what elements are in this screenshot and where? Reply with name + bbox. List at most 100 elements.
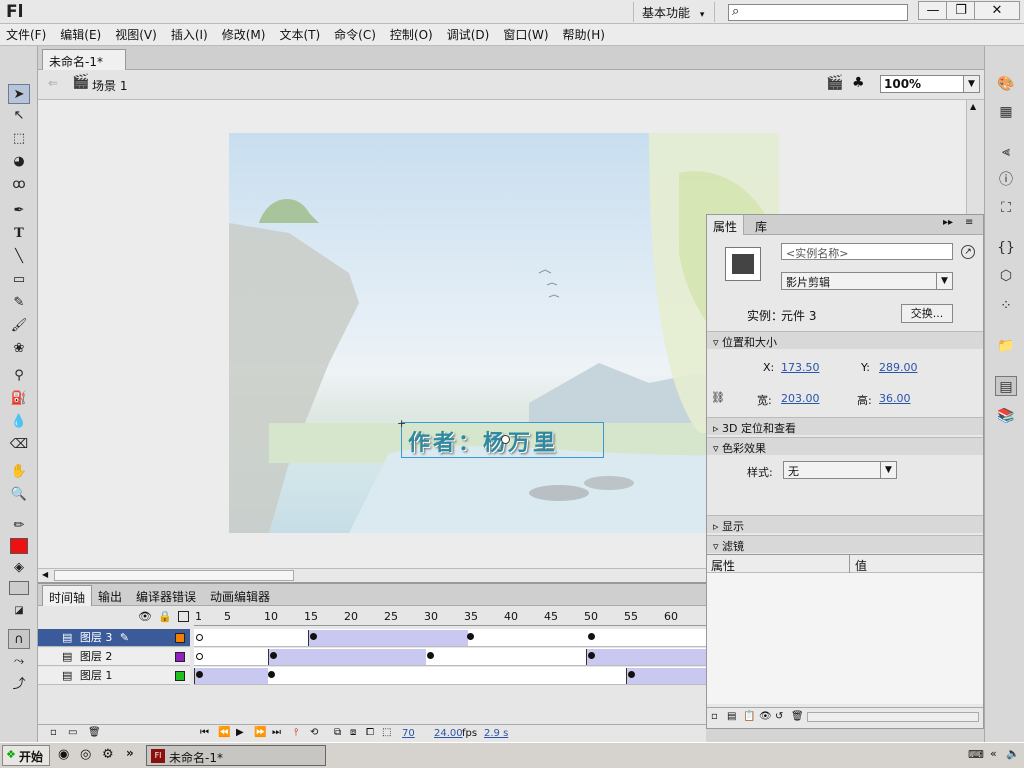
add-filter-icon[interactable]: ▫ xyxy=(711,711,718,722)
swatches-panel-icon[interactable]: ▦ xyxy=(995,102,1017,122)
edit-multiple-icon[interactable]: ⧠ xyxy=(366,727,374,738)
line-tool-icon[interactable]: ╲ xyxy=(8,247,30,267)
section-display[interactable]: ▹ 显示 xyxy=(707,515,983,533)
document-tab[interactable]: 未命名-1* ✕ xyxy=(42,49,126,84)
pen-tool-icon[interactable]: ✒ xyxy=(8,201,30,221)
tab-output[interactable]: 输出 xyxy=(92,585,128,606)
layer-color-swatch[interactable] xyxy=(175,652,185,662)
chevron-down-icon[interactable]: ▼ xyxy=(936,273,952,289)
symbol-type-select[interactable]: 影片剪辑 ▼ xyxy=(781,272,953,290)
keyframe[interactable] xyxy=(467,633,474,640)
close-button[interactable]: ✕ xyxy=(974,1,1020,20)
menu-window[interactable]: 窗口(W) xyxy=(503,26,548,43)
brush-tool-icon[interactable]: 🖌 xyxy=(8,316,30,336)
chevron-down-icon[interactable]: ▼ xyxy=(963,76,979,92)
black-white-icon[interactable]: ◪ xyxy=(8,601,30,621)
width-value[interactable]: 203.00 xyxy=(781,392,820,405)
keyboard-icon[interactable]: ⌨ xyxy=(968,748,984,761)
menu-commands[interactable]: 命令(C) xyxy=(334,26,376,43)
menu-help[interactable]: 帮助(H) xyxy=(563,26,605,43)
section-color-effect[interactable]: ▿ 色彩效果 xyxy=(707,437,983,455)
media-player-icon[interactable]: ◉ xyxy=(58,747,69,762)
frame-ruler[interactable]: 1 5 10 15 20 25 30 35 40 45 50 55 60 xyxy=(194,608,706,626)
reset-filter-icon[interactable]: ↺ xyxy=(775,711,783,722)
scroll-up-icon[interactable]: ▲ xyxy=(970,102,976,111)
onion-skin-icon[interactable]: ⧉ xyxy=(334,727,341,738)
fill-color-swatch[interactable] xyxy=(10,538,28,554)
menu-insert[interactable]: 插入(I) xyxy=(171,26,208,43)
menu-modify[interactable]: 修改(M) xyxy=(222,26,266,43)
settings-icon[interactable]: ⚙ xyxy=(102,747,114,762)
lock-icon[interactable]: 🔒 xyxy=(158,610,172,623)
keyframe[interactable] xyxy=(427,652,434,659)
blank-keyframe[interactable] xyxy=(196,653,203,660)
components-panel-icon[interactable]: ⬡ xyxy=(995,266,1017,286)
text-tool-icon[interactable]: T xyxy=(8,224,30,244)
free-transform-tool-icon[interactable]: ⬚ xyxy=(8,129,30,149)
layer-row[interactable]: ▤ 图层 2 xyxy=(38,648,190,666)
tray-expand-icon[interactable]: « xyxy=(990,747,997,760)
tab-motion-editor[interactable]: 动画编辑器 xyxy=(204,585,276,606)
current-frame[interactable]: 70 xyxy=(402,728,415,739)
volume-icon[interactable]: 🔈 xyxy=(1006,747,1020,760)
back-arrow-icon[interactable]: ⇐ xyxy=(48,76,58,90)
scroll-left-icon[interactable]: ◀ xyxy=(42,570,48,579)
motion-tween[interactable] xyxy=(194,668,268,684)
lasso-tool-icon[interactable]: ꝏ xyxy=(8,175,30,195)
y-value[interactable]: 289.00 xyxy=(879,361,918,374)
color-style-select[interactable]: 无 ▼ xyxy=(783,461,897,479)
playhead-icon[interactable]: ⫯ xyxy=(294,727,298,738)
snap-to-objects-icon[interactable]: ∩ xyxy=(8,629,30,649)
stroke-color-icon[interactable]: ✏ xyxy=(8,516,30,536)
swap-button[interactable]: 交换... xyxy=(901,304,953,323)
frame-rate[interactable]: 24.00 xyxy=(434,728,463,739)
tab-timeline[interactable]: 时间轴 xyxy=(42,585,93,606)
keyframe[interactable] xyxy=(588,652,595,659)
tab-library[interactable]: 库 xyxy=(749,215,773,235)
info-panel-icon[interactable]: ⓘ xyxy=(995,170,1017,190)
layer-row[interactable]: ▤ 图层 1 xyxy=(38,667,190,685)
eyedropper-tool-icon[interactable]: 💧 xyxy=(8,412,30,432)
fill-bucket-icon[interactable]: ◈ xyxy=(8,558,30,578)
hand-tool-icon[interactable]: ✋ xyxy=(8,462,30,482)
3d-rotation-tool-icon[interactable]: ◕ xyxy=(8,152,30,172)
chevron-down-icon[interactable]: ▼ xyxy=(880,462,896,478)
browser-icon[interactable]: ◎ xyxy=(80,747,91,762)
selection-tool-icon[interactable]: ➤ xyxy=(8,84,30,104)
minimize-button[interactable]: — xyxy=(918,1,948,20)
stage[interactable]: 作者：杨万里 + xyxy=(229,133,779,533)
instance-name-input[interactable]: <实例名称> xyxy=(781,243,953,260)
tab-properties[interactable]: 属性 xyxy=(707,215,745,235)
transform-point-icon[interactable] xyxy=(501,435,510,444)
rectangle-tool-icon[interactable]: ▭ xyxy=(8,270,30,290)
section-3d[interactable]: ▹ 3D 定位和查看 xyxy=(707,417,983,435)
deco-tool-icon[interactable]: ❀ xyxy=(8,339,30,359)
start-button[interactable]: ❖ 开始 xyxy=(2,745,50,766)
properties-panel-icon[interactable]: ▤ xyxy=(995,376,1017,396)
code-snippets-icon[interactable]: {} xyxy=(995,238,1017,258)
zoom-select[interactable]: 100% ▼ xyxy=(880,75,980,93)
bone-tool-icon[interactable]: ⚲ xyxy=(8,366,30,386)
keyframe[interactable] xyxy=(268,671,275,678)
keyframe[interactable] xyxy=(628,671,635,678)
play-icon[interactable]: ▶ xyxy=(236,727,244,738)
keyframe[interactable] xyxy=(588,633,595,640)
menu-file[interactable]: 文件(F) xyxy=(6,26,46,43)
frame-row[interactable] xyxy=(194,648,706,666)
menu-control[interactable]: 控制(O) xyxy=(390,26,433,43)
align-panel-icon[interactable]: ⫷ xyxy=(995,142,1017,162)
motion-tween[interactable] xyxy=(308,630,468,646)
layer-row[interactable]: ▤ 图层 3 ✎ xyxy=(38,629,190,647)
menu-text[interactable]: 文本(T) xyxy=(279,26,320,43)
onion-markers-icon[interactable]: ⬚ xyxy=(382,727,391,738)
motion-tween[interactable] xyxy=(626,668,706,684)
eraser-tool-icon[interactable]: ⌫ xyxy=(8,435,30,455)
panel-menu-icon[interactable]: ≡ xyxy=(965,217,973,228)
motion-tween[interactable] xyxy=(586,649,706,665)
onion-outline-icon[interactable]: ⧈ xyxy=(350,727,356,738)
subselection-tool-icon[interactable]: ↖ xyxy=(8,106,30,126)
menu-debug[interactable]: 调试(D) xyxy=(447,26,490,43)
height-value[interactable]: 36.00 xyxy=(879,392,911,405)
x-value[interactable]: 173.50 xyxy=(781,361,820,374)
more-icon[interactable]: » xyxy=(126,746,134,760)
